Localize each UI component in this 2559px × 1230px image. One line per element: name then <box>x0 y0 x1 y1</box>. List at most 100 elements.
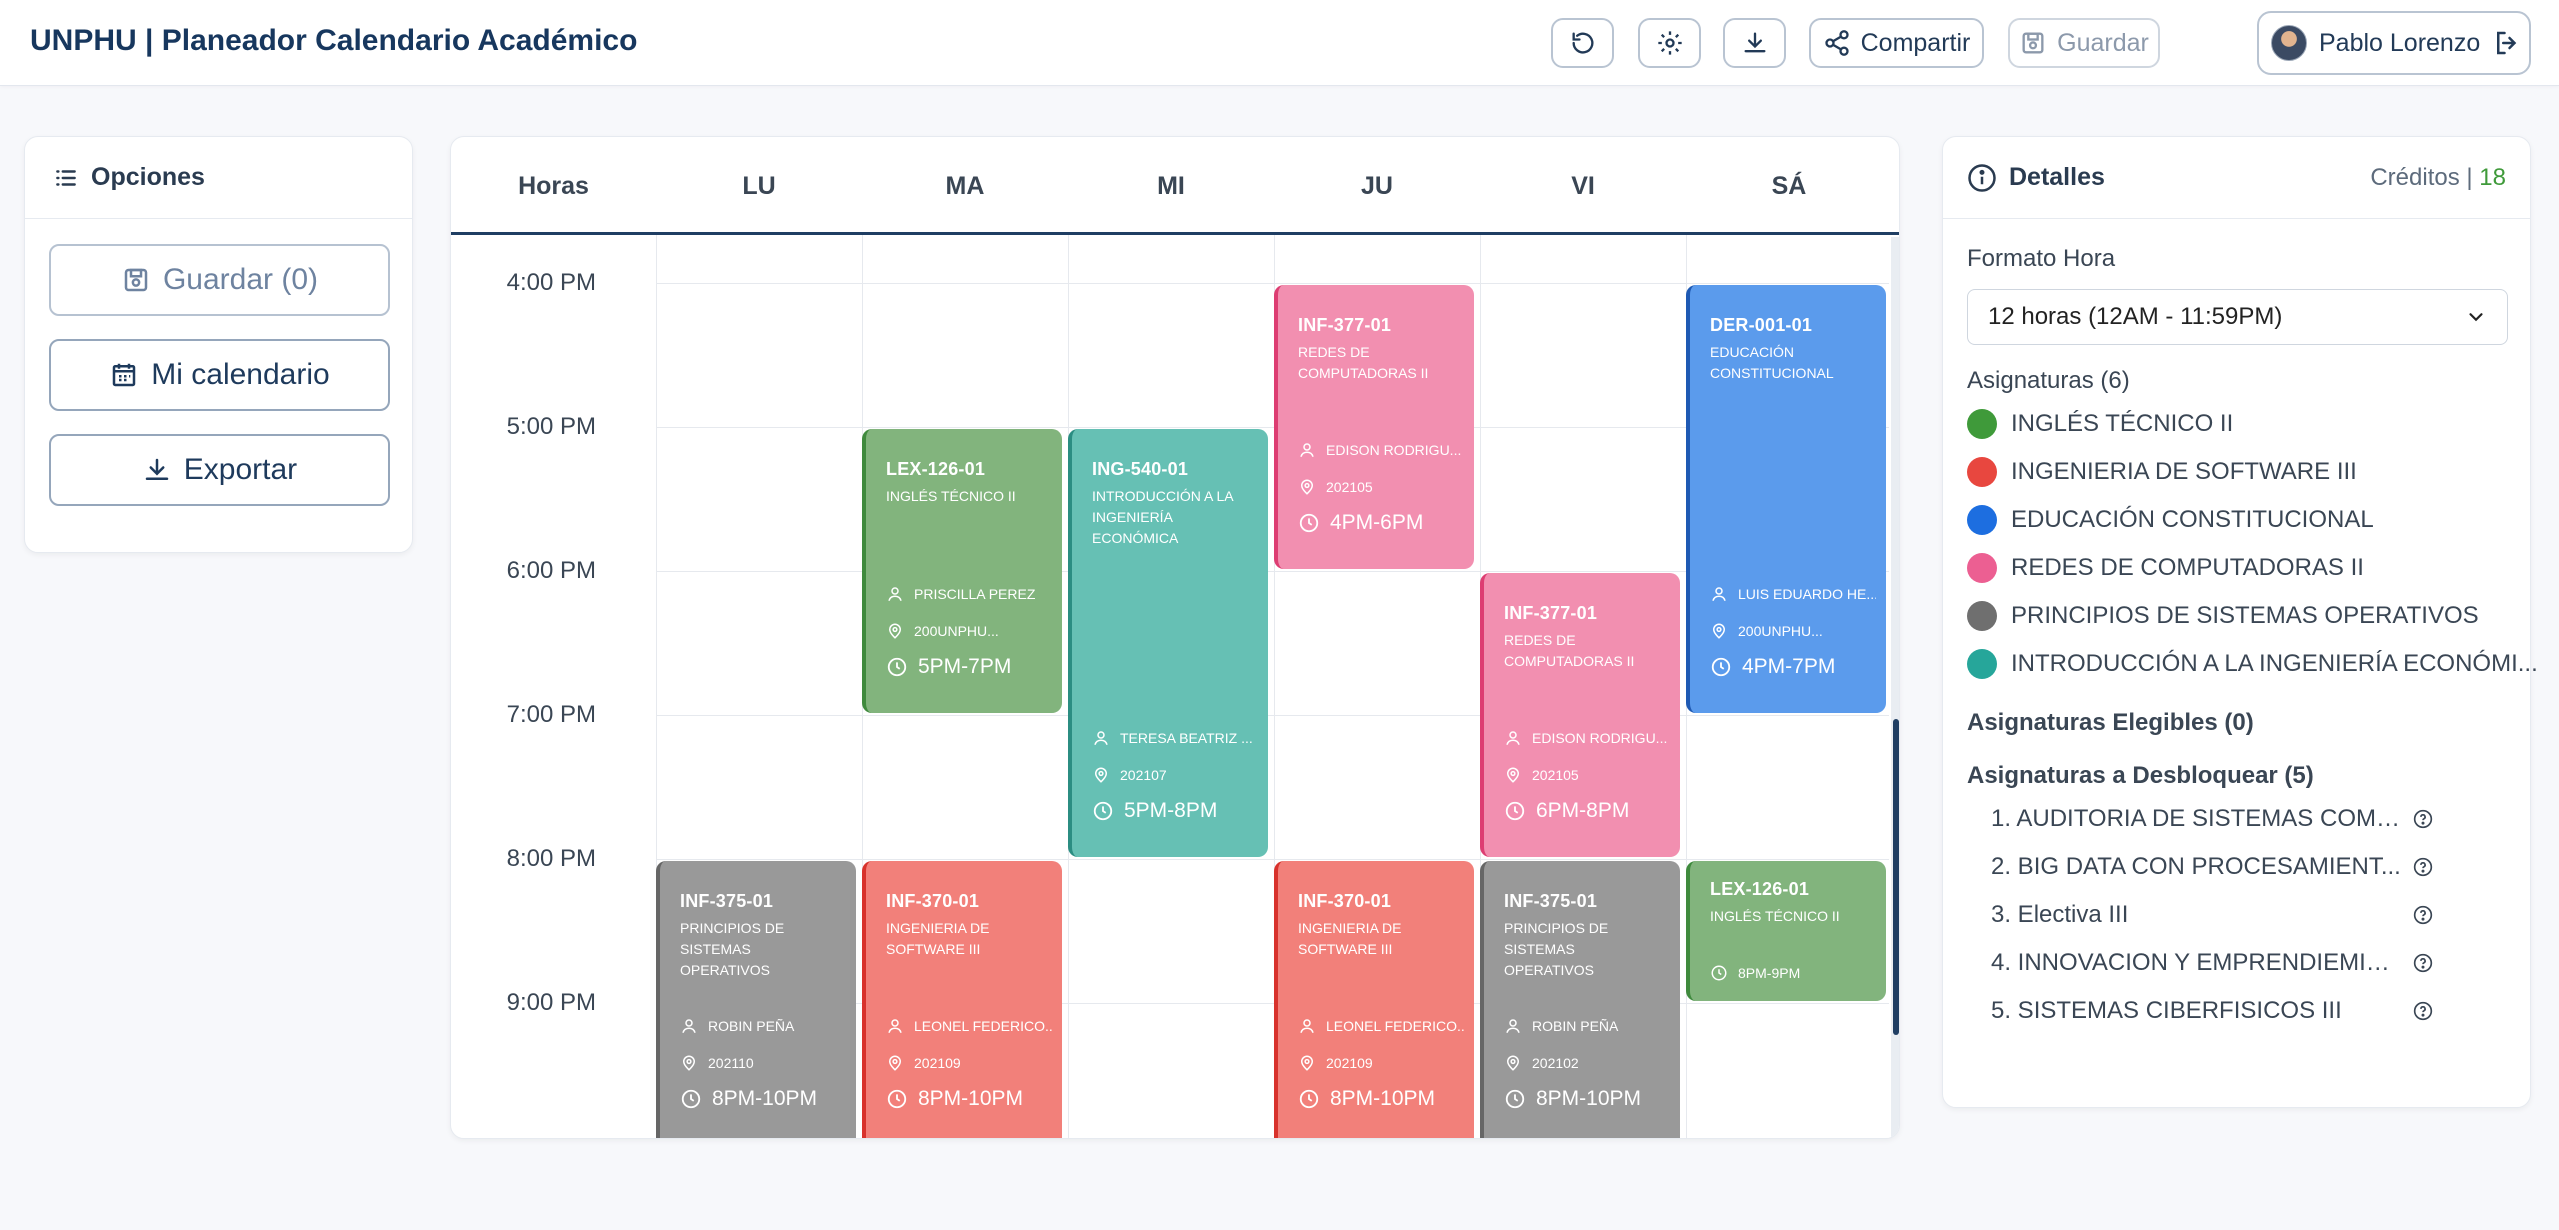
event-time-range: 8PM-10PM <box>712 1087 818 1110</box>
event-time: 6PM-8PM <box>1504 799 1670 823</box>
event-teacher: LEONEL FEDERICO... <box>886 1017 1052 1035</box>
unlock-item[interactable]: 5. SISTEMAS CIBERFISICOS III <box>1991 997 2511 1025</box>
reset-button[interactable] <box>1551 18 1614 68</box>
location-icon <box>888 623 902 639</box>
download-icon <box>1744 32 1765 53</box>
subject-item[interactable]: PRINCIPIOS DE SISTEMAS OPERATIVOS <box>1967 601 2479 631</box>
event-card[interactable]: INF-375-01 PRINCIPIOS DE SISTEMAS OPERAT… <box>656 861 856 1138</box>
share-button[interactable]: Compartir <box>1809 18 1984 68</box>
help-icon[interactable] <box>2413 809 2433 829</box>
settings-button[interactable] <box>1638 18 1701 68</box>
unlock-item[interactable]: 2. BIG DATA CON PROCESAMIENT... <box>1991 853 2511 881</box>
event-time: 8PM-10PM <box>1504 1087 1670 1111</box>
event-code: INF-377-01 <box>1504 603 1598 623</box>
event-teacher: LEONEL FEDERICO... <box>1298 1017 1464 1035</box>
unlock-label: Asignaturas a Desbloquear (5) <box>1967 762 2314 789</box>
clock-icon <box>681 1089 701 1109</box>
subject-item[interactable]: REDES DE COMPUTADORAS II <box>1967 553 2364 583</box>
app-title: UNPHU | Planeador Calendario Académico <box>30 24 638 57</box>
event-teacher-name: LUIS EDUARDO HE... <box>1738 586 1876 602</box>
time-format-label: Formato Hora <box>1967 245 2116 272</box>
location-icon <box>1506 767 1520 783</box>
subject-item[interactable]: INGENIERIA DE SOFTWARE III <box>1967 457 2357 487</box>
event-time: 8PM-10PM <box>886 1087 1052 1111</box>
save-button[interactable]: Guardar (0) <box>49 244 390 316</box>
color-dot <box>1967 649 1997 679</box>
options-panel: Opciones Guardar (0) Mi calendario Expor… <box>24 136 413 553</box>
export-label: Exportar <box>183 453 298 486</box>
help-icon[interactable] <box>2413 953 2433 973</box>
time-format-value: 12 horas (12AM - 11:59PM) <box>1988 303 2283 330</box>
time-format-select[interactable]: 12 horas (12AM - 11:59PM) <box>1967 289 2508 345</box>
scrollbar-thumb[interactable] <box>1893 719 1899 1035</box>
event-card[interactable]: INF-377-01 REDES DE COMPUTADORAS II EDIS… <box>1274 285 1474 569</box>
subject-item[interactable]: EDUCACIÓN CONSTITUCIONAL <box>1967 505 2374 535</box>
calendar-grid: Horas LU MA MI JU VI SÁ 4:00 PM 5:00 PM … <box>450 136 1900 1139</box>
unlock-name: 1. AUDITORIA DE SISTEMAS COMP... <box>1991 805 2401 832</box>
event-room: 202102 <box>1504 1054 1670 1072</box>
event-card[interactable]: INF-375-01 PRINCIPIOS DE SISTEMAS OPERAT… <box>1480 861 1680 1138</box>
event-teacher: PRISCILLA PEREZ <box>886 585 1052 603</box>
help-icon[interactable] <box>2413 905 2433 925</box>
eligible-label: Asignaturas Elegibles (0) <box>1967 709 2254 736</box>
user-icon <box>1300 443 1314 457</box>
event-code: ING-540-01 <box>1092 459 1189 479</box>
help-icon[interactable] <box>2413 1001 2433 1021</box>
subject-item[interactable]: INTRODUCCIÓN A LA INGENIERÍA ECONÓMI... <box>1967 649 2538 679</box>
event-card[interactable]: INF-377-01 REDES DE COMPUTADORAS II EDIS… <box>1480 573 1680 857</box>
event-time-range: 5PM-7PM <box>918 655 1012 678</box>
event-teacher: ROBIN PEÑA <box>1504 1017 1670 1035</box>
unlock-name: 5. SISTEMAS CIBERFISICOS III <box>1991 997 2342 1024</box>
event-room: 200UNPHU... <box>886 622 1052 640</box>
event-room: 202109 <box>1298 1054 1464 1072</box>
hour-label: 5:00 PM <box>506 413 596 440</box>
unlock-item[interactable]: 4. INNOVACION Y EMPRENDIEMIE... <box>1991 949 2511 977</box>
unlock-item[interactable]: 3. Electiva III <box>1991 901 2511 929</box>
user-icon <box>682 1019 696 1033</box>
event-room: 200UNPHU... <box>1710 622 1876 640</box>
help-icon[interactable] <box>2413 857 2433 877</box>
save-button-top[interactable]: Guardar <box>2008 18 2160 68</box>
event-teacher: EDISON RODRIGU... <box>1298 441 1464 459</box>
clock-icon <box>1093 801 1113 821</box>
avatar <box>2271 25 2307 61</box>
event-teacher: TERESA BEATRIZ ... <box>1092 729 1258 747</box>
event-card[interactable]: LEX-126-01 INGLÉS TÉCNICO II PRISCILLA P… <box>862 429 1062 713</box>
event-room: 202105 <box>1298 478 1464 496</box>
location-icon <box>1712 623 1726 639</box>
event-room-name: 202105 <box>1326 479 1373 495</box>
event-card[interactable]: ING-540-01 INTRODUCCIÓN A LA INGENIERÍA … <box>1068 429 1268 857</box>
subject-name: EDUCACIÓN CONSTITUCIONAL <box>2011 506 2374 533</box>
color-dot <box>1967 409 1997 439</box>
event-room-name: 202107 <box>1120 767 1167 783</box>
event-name: REDES DE COMPUTADORAS II <box>1504 632 1635 669</box>
subject-name: PRINCIPIOS DE SISTEMAS OPERATIVOS <box>2011 602 2479 629</box>
event-card[interactable]: INF-370-01 INGENIERIA DE SOFTWARE III LE… <box>1274 861 1474 1138</box>
event-card[interactable]: DER-001-01 EDUCACIÓN CONSTITUCIONAL LUIS… <box>1686 285 1886 713</box>
event-card[interactable]: LEX-126-01 INGLÉS TÉCNICO II 8PM-9PM <box>1686 861 1886 1001</box>
event-name: PRINCIPIOS DE SISTEMAS OPERATIVOS <box>1504 920 1609 978</box>
export-button[interactable]: Exportar <box>49 434 390 506</box>
download-button[interactable] <box>1723 18 1786 68</box>
day-header-mi: MI <box>1157 171 1185 200</box>
event-room: 202105 <box>1504 766 1670 784</box>
event-name: EDUCACIÓN CONSTITUCIONAL <box>1710 344 1834 381</box>
unlock-item[interactable]: 1. AUDITORIA DE SISTEMAS COMP... <box>1991 805 2511 833</box>
clock-icon <box>1711 657 1731 677</box>
subject-item[interactable]: INGLÉS TÉCNICO II <box>1967 409 2233 439</box>
logout-icon <box>2497 31 2517 55</box>
event-room-name: 202109 <box>914 1055 961 1071</box>
grid-line <box>656 715 1889 716</box>
info-icon <box>1968 163 1996 192</box>
event-teacher-name: PRISCILLA PEREZ <box>914 586 1036 602</box>
day-header-ju: JU <box>1361 171 1393 200</box>
my-calendar-button[interactable]: Mi calendario <box>49 339 390 411</box>
event-time-range: 8PM-10PM <box>1330 1087 1436 1110</box>
event-time-range: 4PM-6PM <box>1330 511 1424 534</box>
event-teacher: ROBIN PEÑA <box>680 1017 846 1035</box>
event-room-name: 202109 <box>1326 1055 1373 1071</box>
user-icon <box>1300 1019 1314 1033</box>
user-menu-button[interactable]: Pablo Lorenzo <box>2257 11 2531 75</box>
event-time: 8PM-10PM <box>1298 1087 1464 1111</box>
event-card[interactable]: INF-370-01 INGENIERIA DE SOFTWARE III LE… <box>862 861 1062 1138</box>
